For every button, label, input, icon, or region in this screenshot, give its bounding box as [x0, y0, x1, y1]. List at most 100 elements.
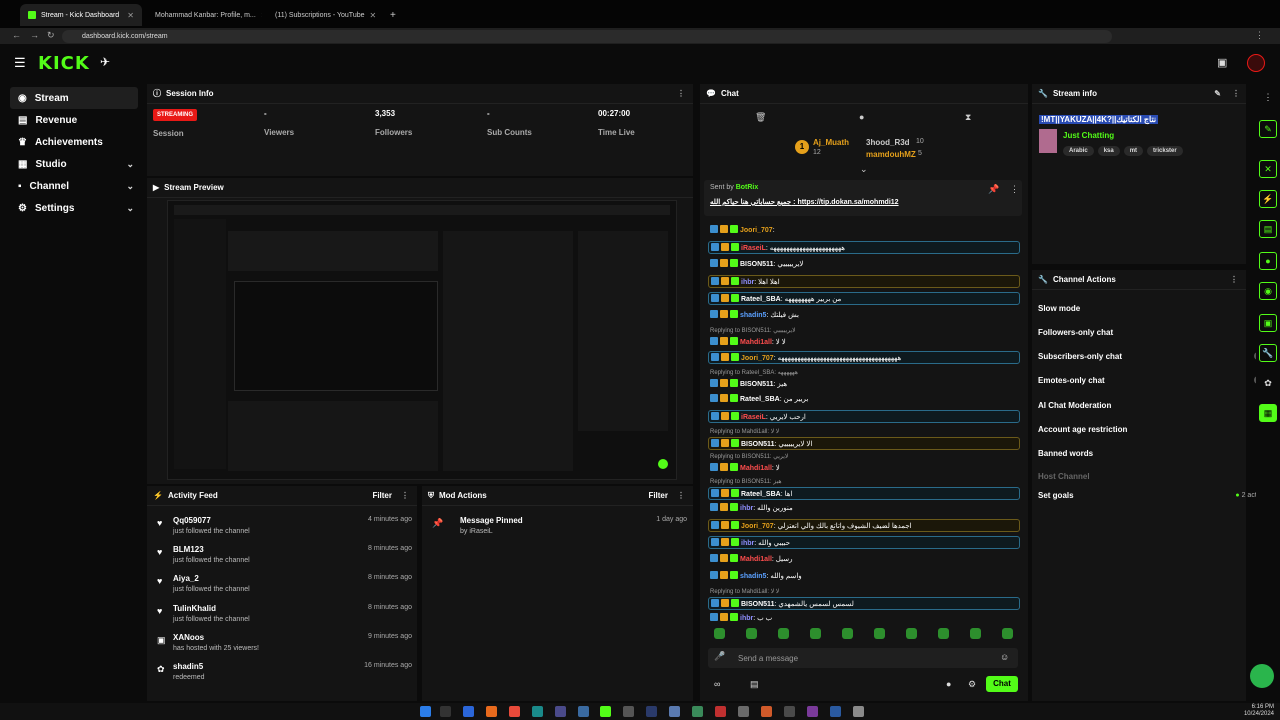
chat-username[interactable]: shadin5	[740, 573, 766, 580]
tag[interactable]: ksa	[1097, 146, 1120, 156]
pin-icon[interactable]: 📌	[988, 184, 999, 195]
edit-icon[interactable]: ✎	[1259, 120, 1277, 138]
app-icon[interactable]	[853, 706, 864, 717]
feed-user[interactable]: Aiya_2	[173, 574, 199, 583]
tab-profile[interactable]: Mohammad Kanbar: Profile, m...✕	[142, 4, 262, 26]
chat-username[interactable]: BISON511	[741, 441, 774, 448]
top-gifter[interactable]: 3hood_R3d	[866, 138, 910, 147]
chat-username[interactable]: shadin5	[740, 312, 766, 319]
account-age-action[interactable]: Account age restriction›	[1038, 419, 1270, 439]
emote-icon[interactable]	[1002, 628, 1013, 639]
sidebar-item-revenue[interactable]: ▤ Revenue	[10, 109, 138, 131]
chat-username[interactable]: iRaseiL	[741, 414, 766, 421]
chat-username[interactable]: Rateel_SBA	[741, 296, 781, 303]
chat-username[interactable]: BISON511	[740, 261, 773, 268]
chat-message[interactable]: ihbr: اهلا اهلا	[708, 275, 1020, 288]
more-icon[interactable]: ⋮	[401, 491, 409, 500]
sidebar-item-achievements[interactable]: ♛ Achievements	[10, 131, 138, 153]
app-icon[interactable]	[555, 706, 566, 717]
wrench-icon[interactable]: 🔧	[1259, 344, 1277, 362]
filter-button[interactable]: Filter	[372, 491, 392, 500]
chat-username[interactable]: BISON511	[741, 601, 774, 608]
mod-action-by[interactable]: by iRaseiL	[460, 528, 493, 535]
tab-youtube[interactable]: (11) Subscriptions - YouTube ✕	[262, 4, 382, 26]
feed-user[interactable]: BLM123	[173, 545, 204, 554]
subscribers-only-action[interactable]: Subscribers-only chat	[1038, 346, 1270, 366]
chat-message[interactable]: ihbr: ب ب	[708, 612, 1020, 625]
top-gifter[interactable]: mamdouhMZ	[866, 150, 916, 159]
chat-username[interactable]: BISON511	[740, 381, 773, 388]
chat-message[interactable]: ihbr: منورين والله	[708, 502, 1020, 515]
followers-only-action[interactable]: Followers-only chat›	[1038, 322, 1270, 342]
app-icon[interactable]	[669, 706, 680, 717]
app-icon[interactable]	[692, 706, 703, 717]
chat-username[interactable]: Mahdi1all	[740, 339, 772, 346]
new-tab-button[interactable]: +	[382, 4, 402, 26]
browser-menu-icon[interactable]: ⋮	[1255, 30, 1264, 41]
emote-icon[interactable]	[714, 628, 725, 639]
close-icon[interactable]: ✕	[1259, 160, 1277, 178]
chat-username[interactable]: Mahdi1all	[740, 556, 772, 563]
close-icon[interactable]: ✕	[370, 11, 377, 20]
edit-icon[interactable]: ✎	[1214, 89, 1221, 98]
feed-user[interactable]: Qq059077	[173, 516, 211, 525]
top-gifter[interactable]: Aj_Muath	[813, 138, 849, 147]
tab-kick-dashboard[interactable]: Stream - Kick Dashboard ✕	[20, 4, 142, 26]
chat-username[interactable]: Rateel_SBA	[740, 396, 780, 403]
emote-icon[interactable]	[874, 628, 885, 639]
more-icon[interactable]: ⋮	[677, 89, 685, 98]
emote-icon[interactable]	[778, 628, 789, 639]
brave-icon[interactable]	[509, 706, 520, 717]
banned-words-action[interactable]: Banned words›	[1038, 443, 1270, 463]
chat-username[interactable]: ihbr	[740, 615, 753, 622]
app-icon[interactable]	[807, 706, 818, 717]
more-icon[interactable]: ⋮	[677, 491, 685, 500]
chat-username[interactable]: ihbr	[740, 505, 753, 512]
emotes-only-action[interactable]: Emotes-only chat	[1038, 370, 1270, 390]
message-icon[interactable]: ●	[859, 112, 864, 122]
infinity-icon[interactable]: ∞	[714, 679, 720, 689]
chat-icon[interactable]: ●	[1259, 252, 1277, 270]
chat-username[interactable]: Joori_707	[741, 355, 774, 362]
sidebar-item-studio[interactable]: ▦ Studio ⌄	[10, 153, 138, 175]
avatar[interactable]	[1247, 54, 1265, 72]
host-channel-action[interactable]: Host Channel	[1038, 466, 1270, 486]
broadcast-icon[interactable]: ▣	[1217, 56, 1227, 69]
chat-username[interactable]: Joori_707	[740, 227, 773, 234]
hourglass-icon[interactable]: ⧗	[965, 112, 971, 123]
chat-username[interactable]: Joori_707	[741, 523, 774, 530]
kick-icon[interactable]	[600, 706, 611, 717]
feed-user[interactable]: shadin5	[173, 662, 203, 671]
system-clock[interactable]: 6:16 PM 10/24/2024	[1236, 704, 1274, 718]
steam-icon[interactable]	[578, 706, 589, 717]
chevron-down-icon[interactable]: ⌄	[860, 164, 868, 175]
chat-message[interactable]: Rateel_SBA: من بريير ههههههههه	[708, 292, 1020, 305]
chat-message[interactable]: BISON511: الا لايريييييي	[708, 437, 1020, 450]
app-icon[interactable]	[761, 706, 772, 717]
chat-message[interactable]: Joori_707:	[708, 224, 1020, 237]
sidebar-item-stream[interactable]: ◉ Stream	[10, 87, 138, 109]
emote-icon[interactable]	[938, 628, 949, 639]
windows-start-icon[interactable]	[420, 706, 431, 717]
id-card-icon[interactable]: ▣	[1259, 314, 1277, 332]
stream-category[interactable]: Just Chatting	[1063, 131, 1114, 140]
ai-moderation-action[interactable]: AI Chat Moderation↗	[1038, 395, 1270, 415]
emote-icon[interactable]	[842, 628, 853, 639]
chat-message[interactable]: Mahdi1all: لا لا	[708, 336, 1020, 349]
store-icon[interactable]: ▤	[750, 679, 759, 690]
forward-icon[interactable]: →	[30, 30, 39, 40]
emote-icon[interactable]	[746, 628, 757, 639]
bolt-icon[interactable]: ⚡	[1259, 190, 1277, 208]
more-icon[interactable]: ⋮	[1010, 184, 1019, 195]
chrome-icon[interactable]	[463, 706, 474, 717]
chat-message[interactable]: BISON511: لايريييييي	[708, 258, 1020, 271]
chat-username[interactable]: Mahdi1all	[740, 465, 772, 472]
chat-message[interactable]: BISON511: هيز	[708, 378, 1020, 391]
chat-username[interactable]: ihbr	[741, 540, 754, 547]
close-icon[interactable]: ✕	[127, 11, 134, 20]
layout-icon[interactable]: ▦	[1259, 404, 1277, 422]
app-icon[interactable]	[830, 706, 841, 717]
app-icon[interactable]	[486, 706, 497, 717]
gear-icon[interactable]: ⚙	[968, 679, 976, 690]
more-icon[interactable]: ⋮	[1259, 88, 1277, 106]
